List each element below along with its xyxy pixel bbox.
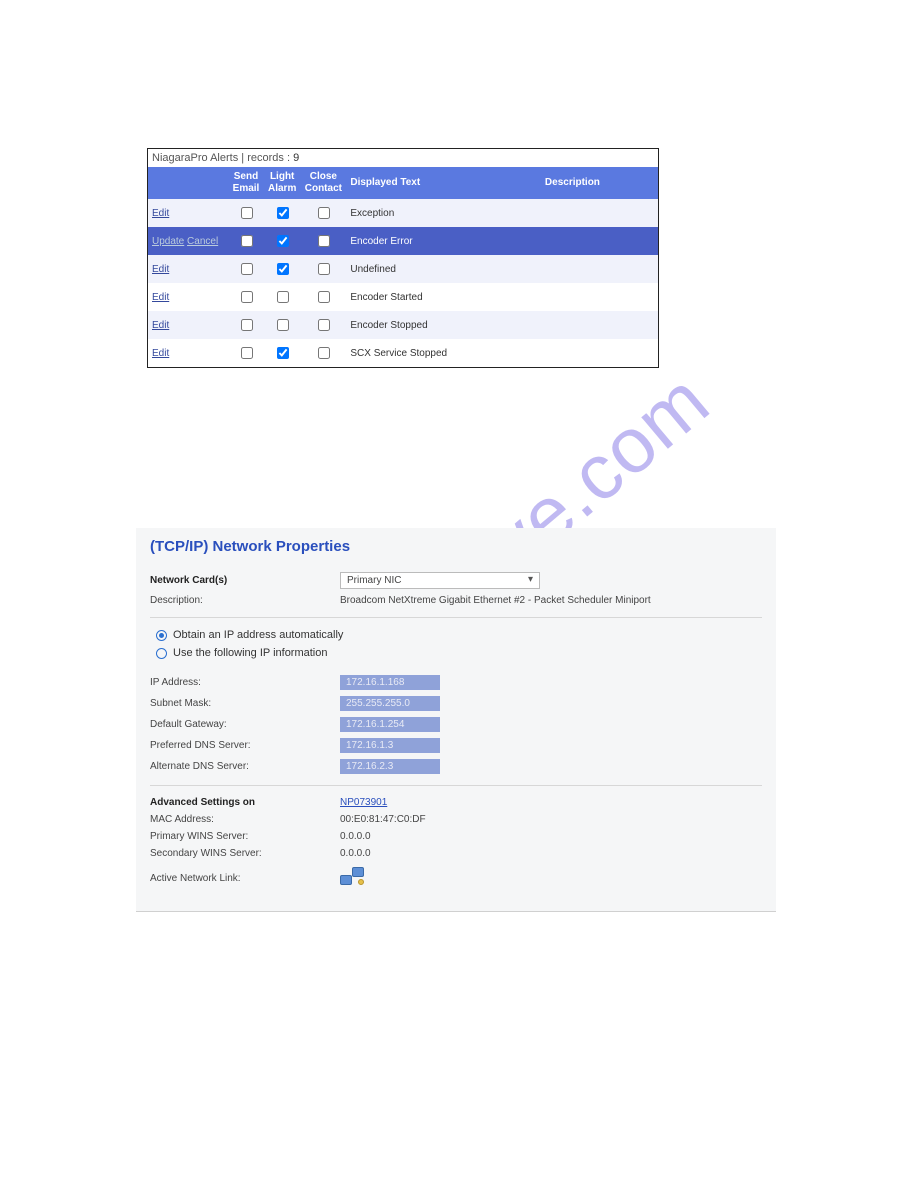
table-row: Update Cancel Encoder Error xyxy=(148,227,658,255)
divider xyxy=(150,617,762,618)
description-cell xyxy=(541,339,658,367)
send-email-checkbox[interactable] xyxy=(241,235,253,247)
send-email-checkbox[interactable] xyxy=(241,319,253,331)
displayed-text-cell: Encoder Error xyxy=(346,227,541,255)
desc-value: Broadcom NetXtreme Gigabit Ethernet #2 -… xyxy=(340,595,762,606)
light-alarm-checkbox[interactable] xyxy=(277,319,289,331)
close-contact-checkbox[interactable] xyxy=(318,207,330,219)
light-alarm-checkbox[interactable] xyxy=(277,291,289,303)
edit-link[interactable]: Edit xyxy=(152,208,169,219)
displayed-text-cell: SCX Service Stopped xyxy=(346,339,541,367)
light-alarm-checkbox[interactable] xyxy=(277,347,289,359)
pdns-input[interactable]: 172.16.1.3 xyxy=(340,738,440,753)
table-row: Edit Exception xyxy=(148,199,658,227)
cancel-link[interactable]: Cancel xyxy=(187,236,218,247)
radio-auto-label: Obtain an IP address automatically xyxy=(173,629,343,641)
ip-input[interactable]: 172.16.1.168 xyxy=(340,675,440,690)
close-contact-checkbox[interactable] xyxy=(318,263,330,275)
desc-label: Description: xyxy=(150,595,340,606)
col-displayed-text: Displayed Text xyxy=(346,167,541,199)
subnet-input[interactable]: 255.255.255.0 xyxy=(340,696,440,711)
mac-label: MAC Address: xyxy=(150,814,340,825)
description-cell xyxy=(541,311,658,339)
send-email-checkbox[interactable] xyxy=(241,263,253,275)
table-row: Edit Encoder Stopped xyxy=(148,311,658,339)
mac-value: 00:E0:81:47:C0:DF xyxy=(340,814,762,825)
records-count: 9 xyxy=(293,152,299,164)
edit-link[interactable]: Edit xyxy=(152,348,169,359)
radio-manual[interactable] xyxy=(156,648,167,659)
network-title: (TCP/IP) Network Properties xyxy=(150,538,762,555)
card-label: Network Card(s) xyxy=(150,575,340,586)
edit-link[interactable]: Edit xyxy=(152,292,169,303)
displayed-text-cell: Exception xyxy=(346,199,541,227)
records-label: records : xyxy=(247,152,290,164)
radio-auto-row[interactable]: Obtain an IP address automatically xyxy=(150,626,762,644)
displayed-text-cell: Encoder Stopped xyxy=(346,311,541,339)
col-close-contact: Close Contact xyxy=(300,167,346,199)
network-panel: (TCP/IP) Network Properties Network Card… xyxy=(136,528,776,912)
close-contact-checkbox[interactable] xyxy=(318,347,330,359)
update-link[interactable]: Update xyxy=(152,236,184,247)
col-light-alarm: Light Alarm xyxy=(264,167,300,199)
link-label: Active Network Link: xyxy=(150,873,340,884)
pwins-value: 0.0.0.0 xyxy=(340,831,762,842)
swins-value: 0.0.0.0 xyxy=(340,848,762,859)
swins-label: Secondary WINS Server: xyxy=(150,848,340,859)
col-action xyxy=(148,167,228,199)
alerts-panel: NiagaraPro Alerts | records : 9 Send Ema… xyxy=(147,148,659,368)
description-cell xyxy=(541,283,658,311)
close-contact-checkbox[interactable] xyxy=(318,319,330,331)
alerts-table: Send Email Light Alarm Close Contact Dis… xyxy=(148,167,658,367)
displayed-text-cell: Encoder Started xyxy=(346,283,541,311)
description-cell xyxy=(541,255,658,283)
col-description: Description xyxy=(541,167,658,199)
col-send-email: Send Email xyxy=(228,167,264,199)
send-email-checkbox[interactable] xyxy=(241,207,253,219)
edit-link[interactable]: Edit xyxy=(152,320,169,331)
adns-input[interactable]: 172.16.2.3 xyxy=(340,759,440,774)
gateway-label: Default Gateway: xyxy=(150,719,340,730)
ip-label: IP Address: xyxy=(150,677,340,688)
send-email-checkbox[interactable] xyxy=(241,291,253,303)
table-row: Edit Encoder Started xyxy=(148,283,658,311)
close-contact-checkbox[interactable] xyxy=(318,291,330,303)
radio-manual-label: Use the following IP information xyxy=(173,647,328,659)
send-email-checkbox[interactable] xyxy=(241,347,253,359)
advanced-settings-link[interactable]: NP073901 xyxy=(340,797,387,808)
alerts-title-text: NiagaraPro Alerts xyxy=(152,152,238,164)
alerts-title-bar: NiagaraPro Alerts | records : 9 xyxy=(148,149,658,167)
adns-label: Alternate DNS Server: xyxy=(150,761,340,772)
divider xyxy=(150,785,762,786)
subnet-label: Subnet Mask: xyxy=(150,698,340,709)
light-alarm-checkbox[interactable] xyxy=(277,263,289,275)
displayed-text-cell: Undefined xyxy=(346,255,541,283)
radio-auto[interactable] xyxy=(156,630,167,641)
description-cell xyxy=(541,199,658,227)
gateway-input[interactable]: 172.16.1.254 xyxy=(340,717,440,732)
network-card-select[interactable]: Primary NIC xyxy=(340,572,540,589)
close-contact-checkbox[interactable] xyxy=(318,235,330,247)
table-row: Edit SCX Service Stopped xyxy=(148,339,658,367)
radio-manual-row[interactable]: Use the following IP information xyxy=(150,644,762,662)
description-cell xyxy=(541,227,658,255)
network-link-icon xyxy=(340,865,368,889)
pwins-label: Primary WINS Server: xyxy=(150,831,340,842)
light-alarm-checkbox[interactable] xyxy=(277,235,289,247)
light-alarm-checkbox[interactable] xyxy=(277,207,289,219)
pdns-label: Preferred DNS Server: xyxy=(150,740,340,751)
adv-label: Advanced Settings on xyxy=(150,797,340,808)
edit-link[interactable]: Edit xyxy=(152,264,169,275)
table-row: Edit Undefined xyxy=(148,255,658,283)
